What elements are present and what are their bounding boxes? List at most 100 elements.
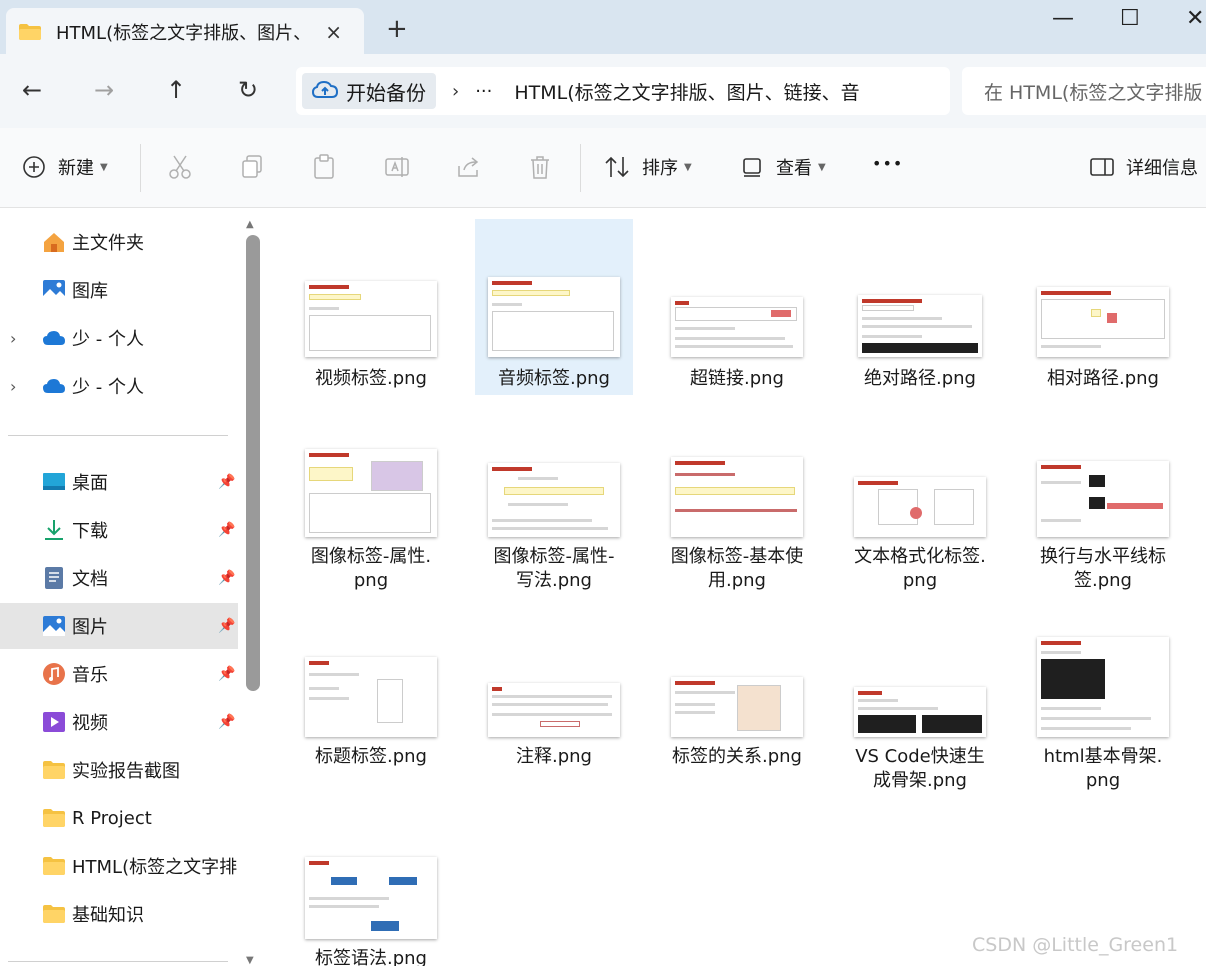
paste-icon[interactable] bbox=[312, 154, 336, 180]
trash-icon[interactable] bbox=[528, 154, 552, 180]
search-input[interactable]: 在 HTML(标签之文字排版 bbox=[962, 67, 1206, 115]
new-button[interactable]: 新建 ▼ bbox=[22, 154, 108, 180]
sidebar-item-gallery[interactable]: 图库 bbox=[0, 267, 238, 313]
sidebar-item-label: R Project bbox=[72, 807, 152, 829]
file-item-selected[interactable]: 音频标签.png bbox=[475, 219, 633, 395]
sort-button[interactable]: 排序 ▼ bbox=[604, 154, 692, 180]
sidebar-item-folder-r-project[interactable]: R Project bbox=[0, 795, 238, 841]
sidebar-item-folder-html[interactable]: HTML(标签之文字排 bbox=[0, 843, 238, 889]
details-pane-button[interactable]: 详细信息 bbox=[1090, 154, 1198, 180]
pictures-icon bbox=[43, 616, 65, 636]
file-thumbnail bbox=[671, 457, 803, 537]
file-thumbnail bbox=[305, 281, 437, 357]
file-name-continued: 签.png bbox=[1074, 570, 1132, 591]
more-options-button[interactable]: ••• bbox=[872, 154, 903, 173]
sidebar-item-desktop[interactable]: 桌面 📌 bbox=[0, 459, 238, 505]
breadcrumb-separator[interactable]: › bbox=[452, 81, 459, 102]
sidebar-item-documents[interactable]: 文档 📌 bbox=[0, 555, 238, 601]
file-thumbnail bbox=[1037, 287, 1169, 357]
file-name-continued: 用.png bbox=[708, 570, 766, 591]
view-button-label: 查看 bbox=[776, 158, 812, 179]
file-name: 注释.png bbox=[516, 746, 592, 767]
file-name: 图像标签-属性- bbox=[493, 546, 615, 567]
back-button[interactable]: ← bbox=[22, 76, 42, 104]
file-item[interactable]: 相对路径.png bbox=[1024, 219, 1182, 395]
sidebar-item-folder-reports[interactable]: 实验报告截图 bbox=[0, 747, 238, 793]
sidebar-item-downloads[interactable]: 下载 📌 bbox=[0, 507, 238, 553]
file-name: 标签语法.png bbox=[315, 948, 427, 966]
scroll-down-arrow-icon[interactable]: ▼ bbox=[246, 955, 254, 966]
file-item[interactable]: 图像标签-基本使 用.png bbox=[658, 405, 816, 591]
view-icon bbox=[743, 158, 761, 177]
file-name: 音频标签.png bbox=[498, 368, 610, 389]
sidebar-item-videos[interactable]: 视频 📌 bbox=[0, 699, 238, 745]
maximize-button[interactable]: ☐ bbox=[1120, 6, 1140, 31]
pin-icon: 📌 bbox=[218, 618, 236, 634]
close-tab-icon[interactable]: × bbox=[325, 20, 342, 44]
scroll-up-arrow-icon[interactable]: ▲ bbox=[246, 219, 254, 230]
file-name: 相对路径.png bbox=[1047, 368, 1159, 389]
file-item[interactable]: 换行与水平线标 签.png bbox=[1024, 405, 1182, 591]
breadcrumb-start-backup[interactable]: 开始备份 bbox=[302, 73, 436, 109]
file-item[interactable]: html基本骨架. png bbox=[1024, 595, 1182, 791]
tab-current-folder[interactable]: HTML(标签之文字排版、图片、 × bbox=[6, 8, 364, 56]
tab-title: HTML(标签之文字排版、图片、 bbox=[56, 23, 306, 44]
file-item[interactable]: 文本格式化标签. png bbox=[841, 405, 999, 591]
file-item[interactable]: 视频标签.png bbox=[292, 219, 450, 395]
sidebar-item-music[interactable]: 音乐 📌 bbox=[0, 651, 238, 697]
sidebar-item-label: 少 - 个人 bbox=[72, 329, 144, 350]
folder-icon bbox=[43, 809, 65, 827]
sidebar-item-label: 下载 bbox=[72, 521, 108, 542]
new-tab-button[interactable]: + bbox=[386, 14, 408, 44]
toolbar-divider bbox=[580, 144, 581, 192]
folder-icon bbox=[43, 761, 65, 779]
sidebar-item-onedrive-1[interactable]: › 少 - 个人 bbox=[0, 315, 238, 361]
file-item[interactable]: 标签语法.png bbox=[292, 789, 450, 966]
chevron-down-icon: ▼ bbox=[818, 161, 826, 173]
address-bar[interactable]: 开始备份 › ··· HTML(标签之文字排版、图片、链接、音 bbox=[296, 67, 950, 115]
new-button-label: 新建 bbox=[58, 158, 94, 179]
address-bar-row: ← → ↑ ↻ 开始备份 › ··· HTML(标签之文字排版、图片、链接、音 … bbox=[0, 54, 1206, 128]
file-item[interactable]: 绝对路径.png bbox=[841, 219, 999, 395]
breadcrumb-more-button[interactable]: ··· bbox=[475, 81, 492, 102]
file-item[interactable]: 注释.png bbox=[475, 595, 633, 771]
chevron-right-icon[interactable]: › bbox=[10, 329, 16, 348]
sidebar-divider bbox=[8, 435, 228, 436]
cut-icon[interactable] bbox=[168, 154, 192, 180]
share-icon[interactable] bbox=[456, 154, 482, 180]
refresh-button[interactable]: ↻ bbox=[238, 76, 258, 104]
file-item[interactable]: 图像标签-属性- 写法.png bbox=[475, 405, 633, 591]
file-item[interactable]: 标题标签.png bbox=[292, 595, 450, 771]
up-button[interactable]: ↑ bbox=[166, 76, 186, 104]
forward-button[interactable]: → bbox=[94, 76, 114, 104]
plus-circle-icon bbox=[23, 156, 45, 178]
file-name: 图像标签-基本使 bbox=[670, 546, 804, 567]
file-thumbnail bbox=[488, 463, 620, 537]
view-button[interactable]: 查看 ▼ bbox=[742, 154, 826, 180]
file-item[interactable]: 标签的关系.png bbox=[658, 595, 816, 771]
file-item[interactable]: VS Code快速生 成骨架.png bbox=[841, 595, 999, 791]
file-item[interactable]: 图像标签-属性. png bbox=[292, 405, 450, 591]
file-name: 标签的关系.png bbox=[672, 746, 802, 767]
sidebar-item-onedrive-2[interactable]: › 少 - 个人 bbox=[0, 363, 238, 409]
copy-icon[interactable] bbox=[240, 154, 264, 180]
minimize-button[interactable]: — bbox=[1052, 6, 1074, 31]
file-item[interactable]: 超链接.png bbox=[658, 219, 816, 395]
chevron-right-icon[interactable]: › bbox=[10, 377, 16, 396]
sidebar-item-label: 桌面 bbox=[72, 473, 108, 494]
file-name-continued: 写法.png bbox=[516, 570, 592, 591]
music-icon bbox=[43, 663, 65, 685]
sidebar-item-home[interactable]: 主文件夹 bbox=[0, 219, 238, 265]
sidebar-item-label: HTML(标签之文字排 bbox=[72, 857, 238, 878]
sidebar-item-folder-basics[interactable]: 基础知识 bbox=[0, 891, 238, 937]
sidebar-item-pictures[interactable]: 图片 📌 bbox=[0, 603, 238, 649]
breadcrumb-current-folder[interactable]: HTML(标签之文字排版、图片、链接、音 bbox=[514, 78, 878, 105]
rename-icon[interactable] bbox=[384, 154, 410, 180]
sidebar-scroll-thumb[interactable] bbox=[246, 235, 260, 691]
close-window-button[interactable]: ✕ bbox=[1186, 6, 1204, 31]
file-grid: 视频标签.png 音频标签.png 超链接.png 绝对路径.png 相对路径.… bbox=[270, 209, 1206, 966]
pin-icon: 📌 bbox=[218, 474, 236, 490]
pin-icon: 📌 bbox=[218, 570, 236, 586]
navigation-pane: 主文件夹 图库 › 少 - 个人 › 少 - 个人 桌面 📌 下载 📌 文档 📌… bbox=[0, 209, 262, 966]
file-name: html基本骨架. bbox=[1043, 746, 1163, 767]
